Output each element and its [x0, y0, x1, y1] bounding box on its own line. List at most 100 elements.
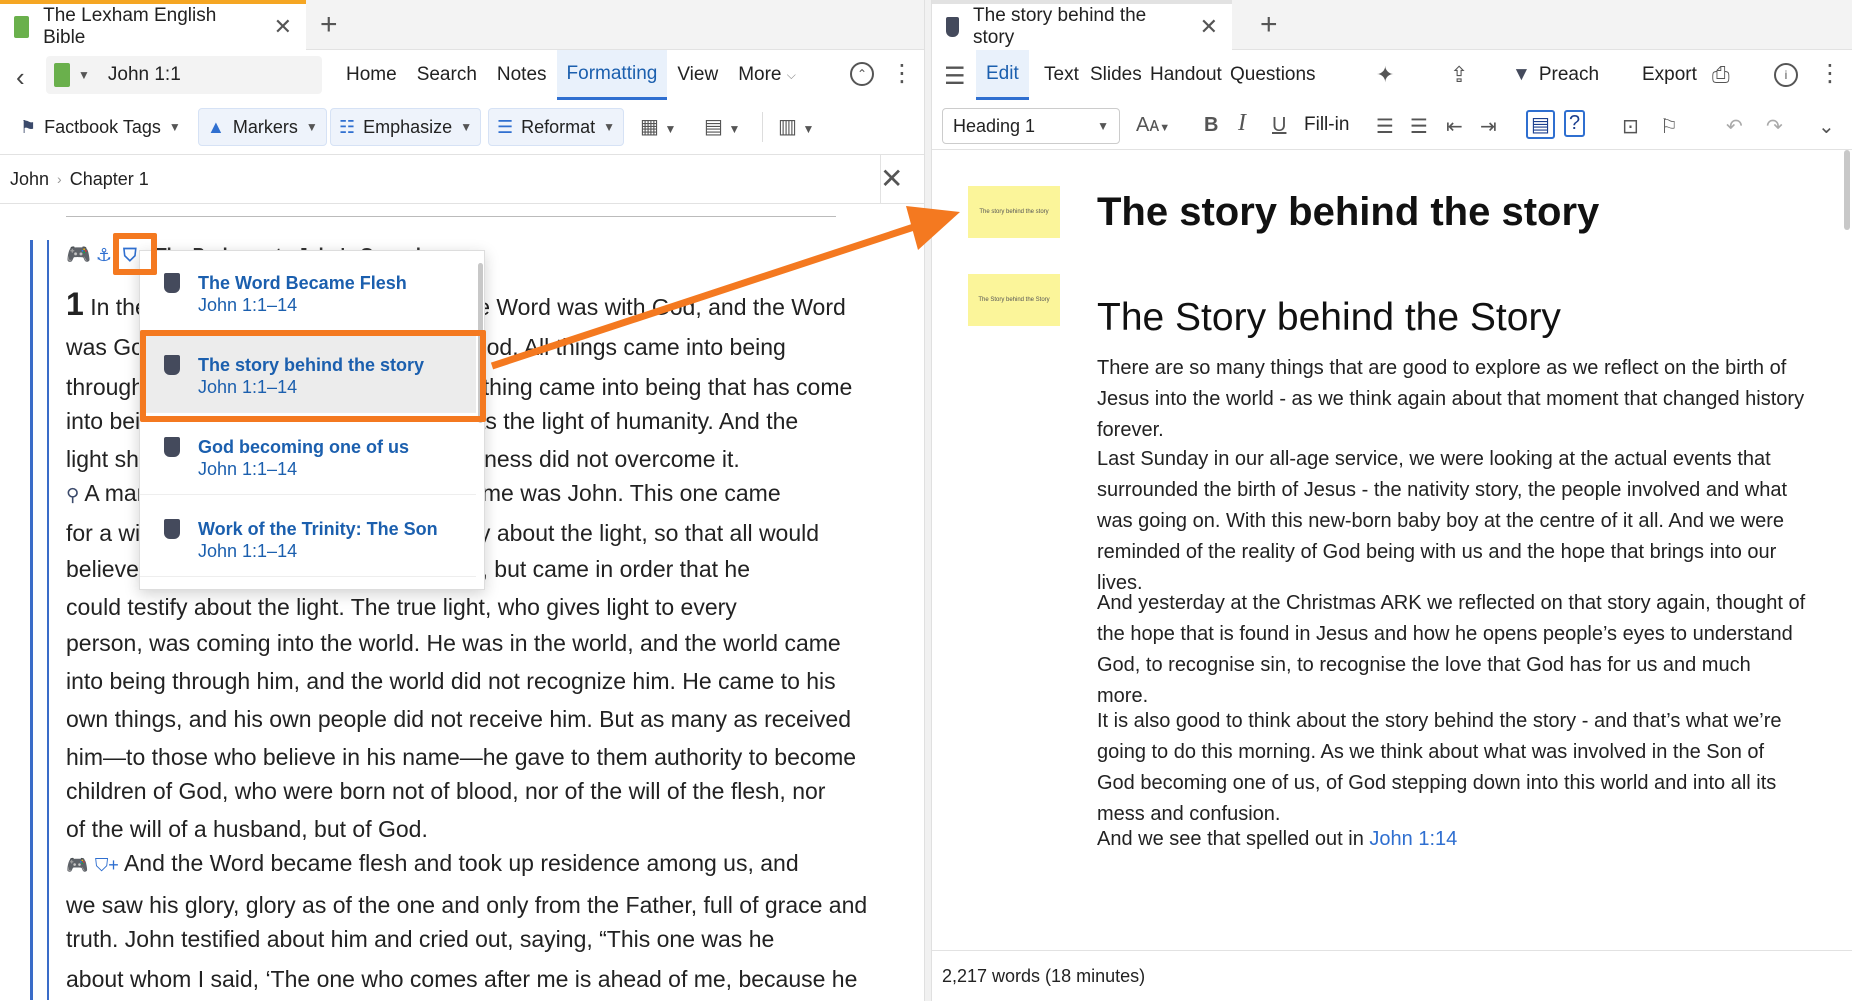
menu-search[interactable]: Search [407, 50, 487, 100]
paragraph-style-select[interactable]: Heading 1 ▼ [942, 108, 1120, 144]
verse-line[interactable]: own things, and his own people did not r… [66, 708, 876, 731]
markers-label: Markers [232, 116, 298, 137]
outdent-icon[interactable]: ⇤ [1446, 114, 1463, 139]
expand-toolbar-icon[interactable]: ⌄ [1818, 114, 1835, 139]
emphasize-button[interactable]: ☷ Emphasize ▼ [330, 108, 482, 146]
undo-icon[interactable]: ↶ [1726, 114, 1743, 139]
sparkle-icon[interactable]: ✦ [1376, 62, 1394, 88]
reference-box[interactable]: ▼ John 1:1 [46, 56, 322, 94]
more-vert-icon[interactable]: ⋮ [890, 62, 914, 86]
sermon-icon [164, 437, 180, 457]
preach-button[interactable]: ▼ Preach [1502, 50, 1609, 100]
pane-splitter[interactable] [924, 0, 932, 1001]
close-tab-icon[interactable]: ✕ [1200, 14, 1218, 40]
reference-input[interactable]: John 1:1 [108, 64, 181, 86]
verse-line[interactable]: of the will of a husband, but of God. [66, 818, 876, 841]
document-icon[interactable]: ▥ ▼ [778, 114, 814, 139]
underline-icon[interactable]: U [1272, 114, 1286, 137]
sermon-paragraph[interactable]: There are so many things that are good t… [1097, 353, 1807, 446]
close-tab-icon[interactable]: ✕ [274, 14, 292, 40]
location-pin-icon[interactable]: ⚲ [66, 485, 79, 505]
print-icon[interactable]: ⎙ [1712, 62, 1730, 88]
info-icon[interactable]: i [1774, 63, 1798, 87]
markers-button[interactable]: ▲ Markers ▼ [198, 108, 327, 146]
left-navbar: ‹ ▼ John 1:1 Home Search Notes Formattin… [0, 50, 924, 100]
menu-formatting[interactable]: Formatting [556, 50, 668, 100]
popup-item[interactable]: The Word Became Flesh John 1:1–14 [140, 251, 476, 331]
popup-item-ref[interactable]: John 1:1–14 [198, 541, 297, 562]
verse-line[interactable]: could testify about the light. The true … [66, 596, 876, 619]
reformat-button[interactable]: ☰ Reformat ▼ [488, 108, 625, 146]
popup-item-ref[interactable]: John 1:1–14 [198, 459, 297, 480]
menu-home[interactable]: Home [336, 50, 407, 100]
sermon-note-icon[interactable]: ⛉+ [95, 855, 119, 875]
calendar-icon[interactable]: ▦ ▼ [640, 114, 676, 139]
tag-icon: ⚑ [20, 116, 37, 137]
popup-item[interactable]: God becoming one of us John 1:1–14 [140, 415, 476, 495]
selection-highlight-box [140, 330, 486, 422]
export-button[interactable]: Export [1632, 50, 1707, 100]
tab-sermon[interactable]: The story behind the story ✕ [932, 0, 1232, 50]
bible-pane: The Lexham English Bible ✕ + ‹ ▼ John 1:… [0, 0, 924, 1001]
sync-icon[interactable]: ⌃ [850, 62, 874, 86]
menu-edit[interactable]: Edit [976, 50, 1029, 100]
verse-line[interactable]: into being through him, and the world di… [66, 670, 876, 693]
notes-view-icon[interactable]: ▤ [1526, 110, 1555, 139]
fill-in-button[interactable]: Fill-in [1304, 114, 1349, 136]
sermon-title[interactable]: The story behind the story [1097, 190, 1599, 235]
verse-text[interactable]: And the Word became flesh and took up re… [124, 850, 799, 876]
share-icon[interactable]: ⇪ [1450, 62, 1468, 88]
popup-item-title[interactable]: God becoming one of us [198, 437, 409, 458]
verse-line[interactable]: we saw his glory, glory as of the one an… [66, 894, 876, 917]
verse-line[interactable]: truth. John testified about him and crie… [66, 928, 876, 951]
chevron-down-icon: ▼ [603, 120, 616, 134]
menu-handout[interactable]: Handout [1140, 50, 1232, 100]
bookmark-add-icon[interactable]: ⚐ [1660, 114, 1678, 139]
popup-item-title[interactable]: The Word Became Flesh [198, 273, 407, 294]
document-scrollbar[interactable] [1844, 150, 1850, 230]
new-tab-icon[interactable]: + [1260, 8, 1278, 42]
verse-line[interactable]: person, was coming into the world. He wa… [66, 632, 876, 655]
factbook-icon[interactable]: 🎮 [66, 855, 88, 875]
sermon-paragraph[interactable]: Last Sunday in our all-age service, we w… [1097, 444, 1807, 599]
bold-icon[interactable]: B [1204, 114, 1218, 137]
sermon-paragraph[interactable]: And yesterday at the Christmas ARK we re… [1097, 588, 1807, 712]
tab-lexham-bible[interactable]: The Lexham English Bible ✕ [0, 0, 306, 50]
indent-icon[interactable]: ⇥ [1480, 114, 1497, 139]
verse-line[interactable]: him—to those who believe in his name—he … [66, 746, 876, 769]
bullet-list-icon[interactable]: ☰ [1376, 114, 1394, 139]
font-size-icon[interactable]: Aᴀ▼ [1136, 114, 1170, 137]
notes-icon[interactable]: ▤ ▼ [704, 114, 740, 139]
chevron-down-icon[interactable]: ▼ [78, 68, 90, 82]
menu-notes[interactable]: Notes [487, 50, 557, 100]
menu-questions[interactable]: Questions [1220, 50, 1326, 100]
breadcrumb-chapter[interactable]: Chapter 1 [70, 169, 149, 190]
breadcrumb-book[interactable]: John [10, 169, 49, 190]
back-icon[interactable]: ‹ [16, 62, 25, 93]
sermon-subtitle[interactable]: The Story behind the Story [1097, 296, 1561, 340]
verse-line[interactable]: children of God, who were born not of bl… [66, 780, 876, 803]
redo-icon[interactable]: ↷ [1766, 114, 1783, 139]
sermon-paragraph[interactable]: And we see that spelled out in John 1:14 [1097, 824, 1807, 855]
popup-item[interactable]: Work of the Trinity: The Son John 1:1–14 [140, 497, 476, 577]
numbered-list-icon[interactable]: ☰ [1410, 114, 1428, 139]
add-slide-icon[interactable]: ⊡ [1622, 114, 1639, 139]
verse-line[interactable]: about whom I said, ‘The one who comes af… [66, 968, 876, 991]
menu-more[interactable]: More ⌵ [728, 50, 806, 100]
popup-item-title[interactable]: Work of the Trinity: The Son [198, 519, 438, 540]
new-tab-icon[interactable]: + [320, 8, 338, 42]
menu-view[interactable]: View [667, 50, 728, 100]
chapter-number: 1 [66, 286, 84, 322]
more-vert-icon[interactable]: ⋮ [1818, 62, 1842, 86]
sermon-paragraph[interactable]: It is also good to think about the story… [1097, 706, 1807, 830]
popup-item-ref[interactable]: John 1:1–14 [198, 295, 297, 316]
scripture-link[interactable]: John 1:14 [1369, 828, 1457, 850]
sermon-document[interactable]: The story behind the story The Story beh… [932, 150, 1852, 950]
italic-icon[interactable]: I [1238, 110, 1246, 137]
question-view-icon[interactable]: ? [1564, 110, 1586, 137]
close-breadcrumb-icon[interactable]: ✕ [880, 162, 903, 195]
slide-thumbnail[interactable]: The Story behind the Story [968, 274, 1060, 326]
factbook-tags-button[interactable]: ⚑ Factbook Tags ▼ [12, 108, 189, 146]
slide-thumbnail[interactable]: The story behind the story [968, 186, 1060, 238]
hamburger-menu-icon[interactable]: ☰ [944, 62, 966, 91]
